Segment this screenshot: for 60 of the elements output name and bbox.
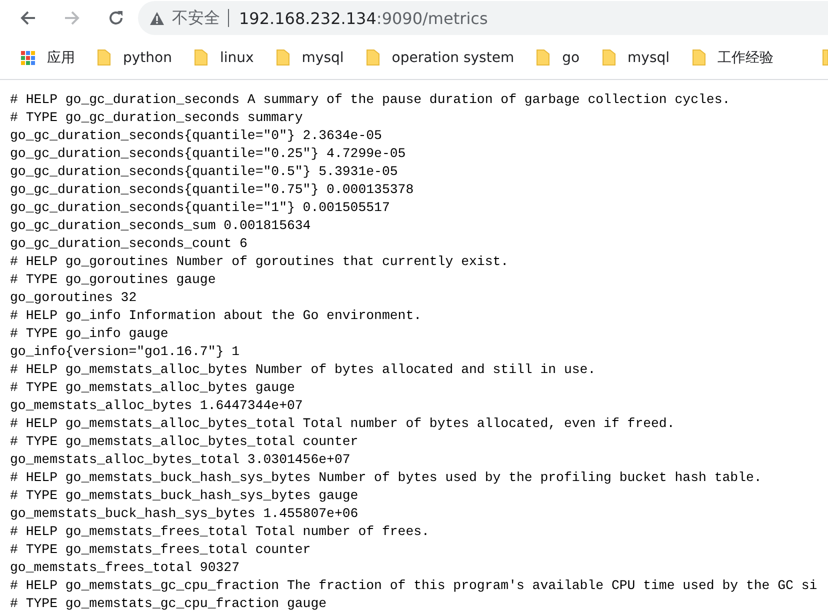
bookmark-label: 工作经验 [718, 48, 774, 66]
bookmark-label: mysql [628, 50, 670, 66]
folder-icon [276, 49, 290, 66]
metrics-line: # HELP go_memstats_alloc_bytes Number of bytes allocated and still in use. [10, 361, 597, 379]
bookmark-item[interactable]: mysql [276, 49, 344, 66]
folder-icon [602, 49, 616, 66]
reload-icon[interactable] [108, 10, 124, 26]
security-label: 不安全 [172, 8, 220, 28]
metrics-line: # HELP go_memstats_frees_total Total number of frees. [10, 523, 430, 541]
folder-icon [366, 49, 380, 66]
metrics-line: go_info{version="go1.16.7"} 1 [10, 343, 240, 361]
metrics-line: # HELP go_memstats_buck_hash_sys_bytes Number of bytes used by the profiling bucket hash table. [10, 469, 763, 487]
metrics-line: go_gc_duration_seconds{quantile="0.75"} 0.000135378 [10, 181, 415, 199]
metrics-line: # TYPE go_memstats_alloc_bytes gauge [10, 379, 296, 397]
metrics-line: go_gc_duration_seconds{quantile="0.25"} 4.7299e-05 [10, 145, 407, 163]
metrics-line: # TYPE go_goroutines gauge [10, 271, 217, 289]
bookmark-item[interactable]: python [97, 49, 172, 66]
metrics-line: # TYPE go_memstats_buck_hash_sys_bytes gauge [10, 487, 360, 505]
bookmark-label: python [123, 50, 172, 66]
folder-icon [536, 49, 550, 66]
folder-icon [194, 49, 208, 66]
url-host: 192.168.232.134 [239, 8, 376, 28]
folder-icon [692, 49, 706, 66]
metrics-line: # HELP go_memstats_alloc_bytes_total Total number of bytes allocated, even if freed. [10, 415, 676, 433]
metrics-line: go_gc_duration_seconds{quantile="0.5"} 5.3931e-05 [10, 163, 399, 181]
metrics-line: go_gc_duration_seconds_count 6 [10, 235, 248, 253]
metrics-line: go_gc_duration_seconds{quantile="1"} 0.001505517 [10, 199, 391, 217]
grid-icon [21, 50, 35, 64]
bookmark-label: go [562, 50, 580, 66]
metrics-line: # HELP go_info Information about the Go environment. [10, 307, 423, 325]
metrics-line: # HELP go_goroutines Number of goroutines that currently exist. [10, 253, 510, 271]
metrics-line: go_gc_duration_seconds_sum 0.001815634 [10, 217, 312, 235]
metrics-line: # TYPE go_memstats_frees_total counter [10, 541, 312, 559]
bookmark-item[interactable]: 工作经验 [692, 48, 774, 66]
metrics-line: go_memstats_alloc_bytes 1.6447344e+07 [10, 397, 304, 415]
metrics-line: # TYPE go_info gauge [10, 325, 170, 343]
metrics-line: # TYPE go_memstats_gc_cpu_fraction gauge [10, 595, 328, 611]
bookmark-label: linux [220, 50, 254, 66]
bookmark-item[interactable]: go [536, 49, 580, 66]
metrics-line: go_memstats_frees_total 90327 [10, 559, 240, 577]
metrics-line: # TYPE go_memstats_alloc_bytes_total counter [10, 433, 360, 451]
bookmark-item[interactable]: linux [194, 49, 254, 66]
metrics-line: go_goroutines 32 [10, 289, 138, 307]
metrics-line: go_memstats_buck_hash_sys_bytes 1.455807e+06 [10, 505, 360, 523]
metrics-line: go_gc_duration_seconds{quantile="0"} 2.3634e-05 [10, 127, 383, 145]
bookmark-item[interactable]: 应用 [21, 48, 75, 66]
bookmark-label: 应用 [47, 48, 75, 66]
metrics-line: # HELP go_memstats_gc_cpu_fraction The fraction of this program's available CPU time used by the GC si [10, 577, 818, 595]
bookmark-item[interactable]: mysql [602, 49, 670, 66]
bookmark-item[interactable]: operation system [366, 49, 514, 66]
address-bar[interactable]: 不安全 192.168.232.134:9090/metrics [138, 1, 828, 35]
metrics-line: # TYPE go_gc_duration_seconds summary [10, 109, 304, 127]
url-path: :9090/metrics [376, 8, 488, 28]
warning-icon [150, 12, 164, 24]
bookmark-label: operation system [392, 50, 514, 66]
metrics-line: # HELP go_gc_duration_seconds A summary of the pause duration of garbage collection cycles. [10, 91, 732, 109]
folder-icon [97, 49, 111, 66]
back-icon[interactable] [20, 10, 36, 26]
bookmark-label: mysql [302, 50, 344, 66]
metrics-line: go_memstats_alloc_bytes_total 3.0301456e+07 [10, 451, 352, 469]
